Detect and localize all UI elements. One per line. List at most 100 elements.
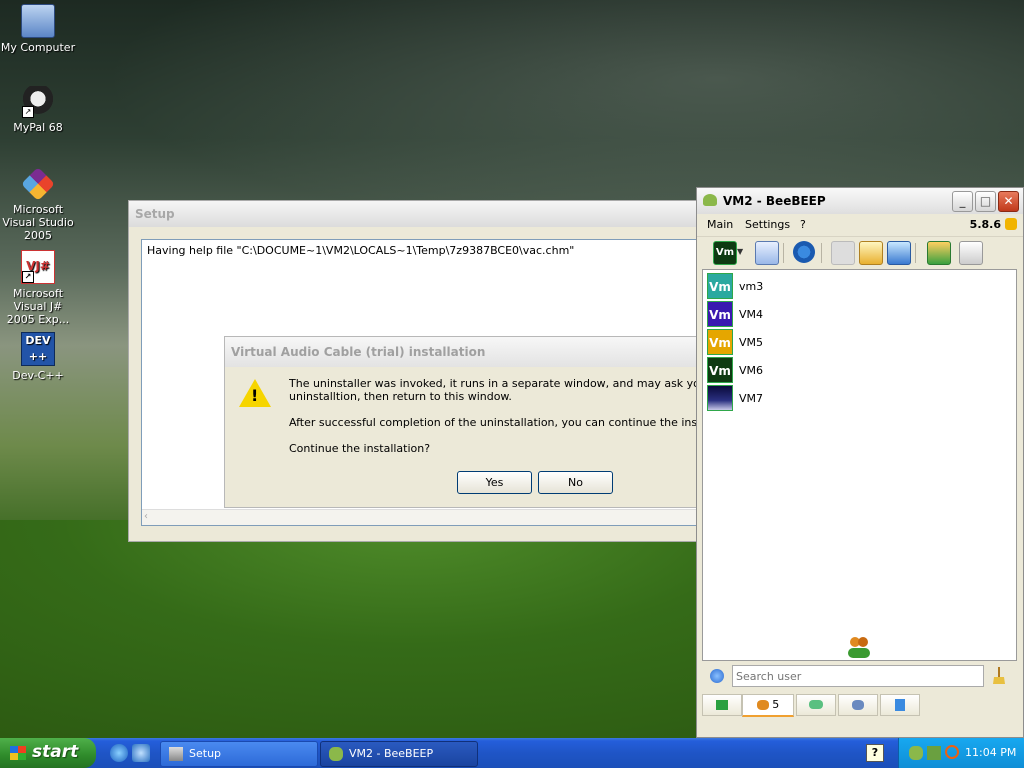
user-name: VM6 <box>739 364 764 377</box>
beebeep-app-icon <box>703 194 717 206</box>
vac-message-line: The uninstaller was invoked, it runs in … <box>289 377 699 390</box>
tab-home[interactable] <box>702 694 742 716</box>
files-icon <box>895 699 905 711</box>
warning-exclamation: ! <box>251 386 259 405</box>
taskbar-item-label: Setup <box>189 747 222 760</box>
desktop-icon-visual-studio[interactable]: Microsoft Visual Studio 2005 <box>0 167 76 242</box>
user-name: VM7 <box>739 392 764 405</box>
user-list: Vm vm3 Vm VM4 Vm VM5 Vm VM6 VM7 <box>702 269 1017 661</box>
search-row <box>702 665 1015 691</box>
desktop-icon-label: Microsoft Visual J# 2005 Exp... <box>6 287 70 326</box>
visual-jsharp-icon: VJ# ↗ <box>21 250 55 284</box>
visual-studio-icon <box>21 167 55 201</box>
vac-message: The uninstaller was invoked, it runs in … <box>289 377 699 468</box>
system-tray: 11:04 PM <box>898 738 1024 768</box>
scroll-left-icon[interactable]: ‹ <box>144 511 148 522</box>
user-name: VM4 <box>739 308 764 321</box>
user-name: vm3 <box>739 280 764 293</box>
vac-dialog: Virtual Audio Cable (trial) installation… <box>224 336 706 508</box>
beebeep-taskbar-icon <box>329 747 343 761</box>
no-button[interactable]: No <box>538 471 613 494</box>
computer-icon <box>21 4 55 38</box>
write-message-icon[interactable] <box>859 241 883 265</box>
desktop-icon-mypal[interactable]: ↗ MyPal 68 <box>0 86 76 134</box>
beebeep-menubar: Main Settings ? 5.8.6 <box>697 214 1023 236</box>
vac-message-line: uninstalltion, then return to this windo… <box>289 390 512 403</box>
clock: 11:04 PM <box>965 746 1017 759</box>
tab-files[interactable] <box>880 694 920 716</box>
avatar <box>707 385 733 411</box>
avatar: Vm <box>707 357 733 383</box>
taskbar-item-beebeep[interactable]: VM2 - BeeBEEP <box>320 741 478 767</box>
search-input[interactable] <box>732 665 984 687</box>
toolbar-separator <box>821 243 822 263</box>
setup-log-text: Having help file "C:\DOCUME~1\VM2\LOCALS… <box>147 244 575 257</box>
update-download-icon[interactable] <box>927 241 951 265</box>
network-icon[interactable] <box>793 241 815 263</box>
avatar: Vm <box>707 329 733 355</box>
chevron-down-icon[interactable]: ▼ <box>737 241 747 263</box>
desktop-icon-label: MyPal 68 <box>13 121 63 134</box>
desktop-icon-visual-jsharp[interactable]: VJ# ↗ Microsoft Visual J# 2005 Exp... <box>0 250 76 326</box>
browser-icon[interactable] <box>132 744 150 762</box>
raccoon-browser-icon: ↗ <box>22 86 54 118</box>
vac-dialog-title[interactable]: Virtual Audio Cable (trial) installation <box>225 337 705 367</box>
menu-help[interactable]: ? <box>800 218 806 231</box>
network-tray-icon[interactable] <box>927 746 941 760</box>
beebeep-window: VM2 - BeeBEEP _ □ ✕ Main Settings ? 5.8.… <box>696 187 1024 738</box>
beebeep-toolbar: Vm ▼ <box>697 236 1023 267</box>
bottom-tabs: 5 <box>702 694 1015 717</box>
shortcut-arrow-icon: ↗ <box>22 106 34 118</box>
desktop-icon-dev-cpp[interactable]: DEV ++ Dev-C++ <box>0 332 76 382</box>
vac-message-line: After successful completion of the unins… <box>289 416 699 429</box>
tab-groups[interactable] <box>838 694 878 716</box>
taskbar-item-label: VM2 - BeeBEEP <box>349 747 434 760</box>
beebeep-titlebar[interactable]: VM2 - BeeBEEP _ □ ✕ <box>697 188 1023 214</box>
avatar: Vm <box>707 301 733 327</box>
tab-users[interactable]: 5 <box>742 694 794 717</box>
internet-explorer-icon[interactable] <box>110 744 128 762</box>
edit-profile-icon[interactable] <box>755 241 779 265</box>
taskbar-item-setup[interactable]: Setup <box>160 741 318 767</box>
search-options-icon[interactable] <box>710 669 724 683</box>
users-icon <box>756 700 769 710</box>
plugins-icon[interactable] <box>887 241 911 265</box>
avatar: Vm <box>707 273 733 299</box>
desktop-icon-label: My Computer <box>0 41 76 54</box>
menu-settings[interactable]: Settings <box>745 218 790 231</box>
groups-icon <box>852 700 864 710</box>
desktop-icon-label: Dev-C++ <box>12 369 64 382</box>
visual-studio-icon-wrap <box>21 167 55 201</box>
broadcast-icon[interactable] <box>831 241 855 265</box>
beebeep-tray-icon[interactable] <box>909 746 923 760</box>
home-icon <box>716 700 728 710</box>
dev-cpp-icon: DEV ++ <box>21 332 55 366</box>
minimize-button[interactable]: _ <box>952 191 973 212</box>
windows-logo-icon <box>10 746 26 760</box>
start-button[interactable]: start <box>0 738 96 768</box>
recycle-bin-icon[interactable] <box>959 241 983 265</box>
start-label: start <box>32 742 79 762</box>
yes-button[interactable]: Yes <box>457 471 532 494</box>
update-icon[interactable] <box>1005 218 1017 230</box>
horizontal-scrollbar[interactable]: ‹ <box>142 509 712 525</box>
clear-search-icon[interactable] <box>992 667 1006 685</box>
tray-app-icon[interactable] <box>945 745 959 759</box>
desktop-icon-label: Microsoft Visual Studio 2005 <box>2 203 74 242</box>
taskbar: start Setup VM2 - BeeBEEP ? 11:04 PM <box>0 738 1024 768</box>
user-name: VM5 <box>739 336 764 349</box>
maximize-button[interactable]: □ <box>975 191 996 212</box>
users-group-icon <box>845 636 873 658</box>
close-button[interactable]: ✕ <box>998 191 1019 212</box>
toolbar-separator <box>915 243 916 263</box>
version-label: 5.8.6 <box>969 218 1001 231</box>
my-avatar-button[interactable]: Vm <box>713 241 737 265</box>
menu-main[interactable]: Main <box>707 218 733 231</box>
tab-chats[interactable] <box>796 694 836 716</box>
shortcut-arrow-icon: ↗ <box>22 271 34 283</box>
desktop-icon-my-computer[interactable]: My Computer <box>0 4 76 54</box>
help-icon[interactable]: ? <box>866 744 884 762</box>
beebeep-title: VM2 - BeeBEEP <box>723 194 826 208</box>
setup-title[interactable]: Setup <box>129 201 709 227</box>
users-count: 5 <box>772 698 780 711</box>
